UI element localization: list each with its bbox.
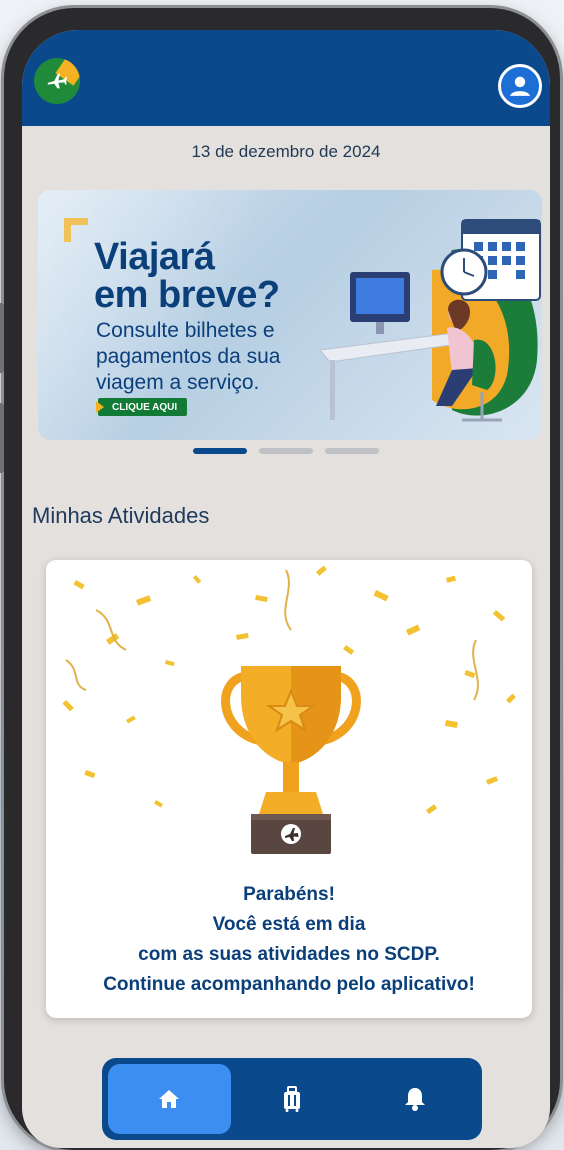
activities-message: Parabéns! Você está em dia com as suas a… bbox=[46, 880, 532, 1000]
message-line-scdp: com as suas atividades no SCDP. bbox=[138, 944, 440, 965]
message-line-congrats: Parabéns! bbox=[243, 884, 335, 905]
activities-card: Parabéns! Você está em dia com as suas a… bbox=[46, 560, 532, 1018]
volume-down-button bbox=[0, 403, 4, 473]
volume-up-button bbox=[0, 303, 4, 373]
bottom-navigation bbox=[102, 1058, 482, 1140]
banner-corner-decoration bbox=[64, 218, 88, 242]
travel-banner[interactable]: Viajará em breve? Consulte bilhetes e pa… bbox=[38, 190, 542, 440]
carousel-dot-active[interactable] bbox=[193, 448, 247, 454]
trophy-icon bbox=[221, 666, 361, 854]
luggage-icon bbox=[284, 1086, 300, 1112]
banner-title-line1: Viajará bbox=[94, 236, 215, 278]
bell-icon bbox=[404, 1088, 425, 1111]
section-title-my-activities: Minhas Atividades bbox=[32, 503, 210, 528]
banner-body: Consulte bilhetes e pagamentos da sua vi… bbox=[96, 319, 281, 394]
click-here-button[interactable]: CLIQUE AQUI bbox=[95, 398, 188, 416]
home-icon bbox=[159, 1090, 180, 1108]
desk-worker-illustration bbox=[319, 219, 541, 422]
nav-notifications[interactable] bbox=[353, 1064, 476, 1134]
carousel-indicator bbox=[22, 448, 550, 454]
banner-title-line2: em breve? bbox=[94, 274, 280, 316]
banner-title: Viajará em breve? bbox=[94, 238, 280, 314]
nav-trips[interactable] bbox=[231, 1064, 354, 1134]
carousel-dot[interactable] bbox=[259, 448, 313, 454]
phone-frame: 13 de dezembro de 2024 Viajará em breve?… bbox=[0, 8, 560, 1150]
user-avatar-icon[interactable] bbox=[498, 64, 542, 108]
app-header bbox=[22, 30, 550, 126]
message-line-continue: Continue acompanhando pelo aplicativo! bbox=[103, 974, 475, 995]
message-line-up-to-date: Você está em dia bbox=[212, 914, 366, 935]
airplane-logo-icon[interactable] bbox=[34, 58, 80, 104]
app-screen: 13 de dezembro de 2024 Viajará em breve?… bbox=[22, 30, 550, 1148]
carousel-dot[interactable] bbox=[325, 448, 379, 454]
nav-home[interactable] bbox=[108, 1064, 231, 1134]
current-date: 13 de dezembro de 2024 bbox=[191, 142, 381, 161]
